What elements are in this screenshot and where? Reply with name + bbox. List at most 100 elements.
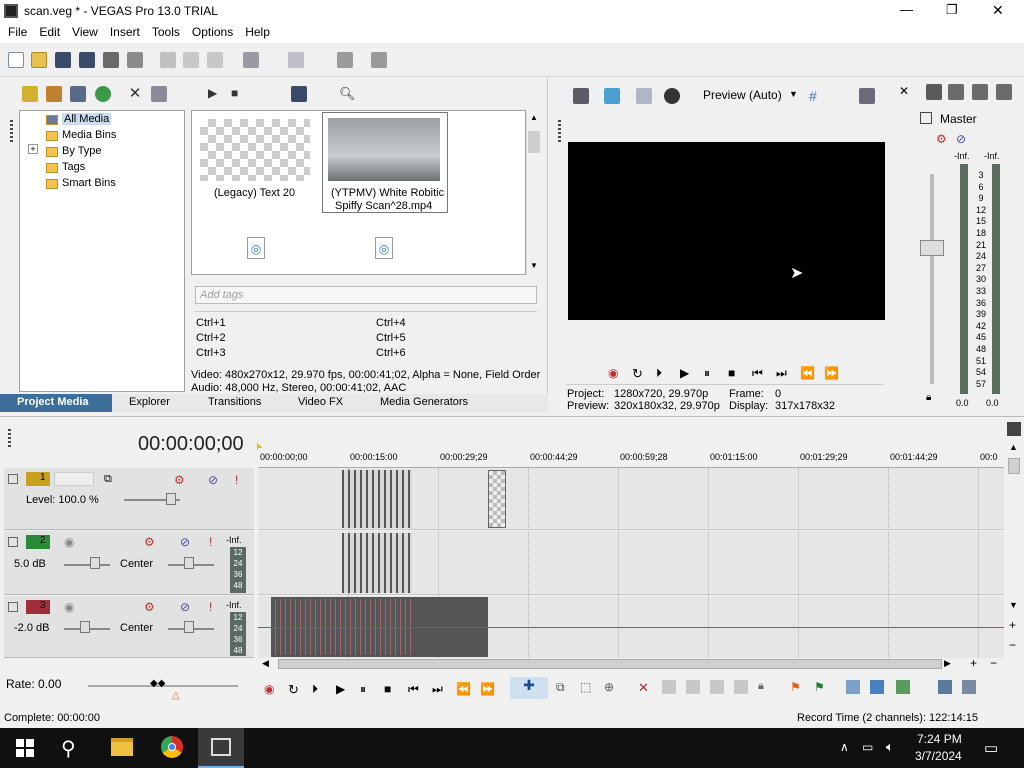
selection-edit-tool-icon[interactable]: ⬚ xyxy=(580,680,591,694)
tray-chevron-icon[interactable]: ∧ xyxy=(840,740,849,754)
go-to-start-icon[interactable]: ⏮ xyxy=(408,682,424,696)
menu-file[interactable]: File xyxy=(0,22,33,39)
track-collapse-icon[interactable] xyxy=(8,602,18,612)
notification-icon[interactable]: ▭ xyxy=(984,739,998,757)
split-screen-icon[interactable] xyxy=(636,88,652,104)
tree-item-all-media[interactable]: All Media xyxy=(62,113,112,125)
volume-slider-thumb[interactable] xyxy=(90,557,100,569)
close-master-icon[interactable]: ✕ xyxy=(899,84,909,98)
preview-mode-dropdown[interactable]: Preview (Auto) xyxy=(703,88,782,102)
stop-icon[interactable]: ■ xyxy=(728,366,744,380)
track-fx-icon[interactable]: ⚙ xyxy=(174,473,185,487)
tree-item-by-type[interactable]: By Type xyxy=(62,145,102,157)
windows-start-icon[interactable] xyxy=(16,739,34,757)
tab-explorer[interactable]: Explorer xyxy=(129,396,170,408)
network-icon[interactable]: ▭ xyxy=(862,740,873,754)
auto-ripple-icon[interactable] xyxy=(896,680,910,694)
whats-this-icon[interactable] xyxy=(371,52,387,68)
preview-quality-icon[interactable] xyxy=(664,88,680,104)
master-fader[interactable] xyxy=(920,240,944,256)
track-collapse-icon[interactable] xyxy=(8,537,18,547)
envelope-edit-tool-icon[interactable]: ⧉ xyxy=(556,680,565,695)
media-file-icon[interactable]: ◎ xyxy=(247,237,265,259)
stop-media-icon[interactable]: ■ xyxy=(231,86,247,102)
track-motion-icon[interactable]: ⧉ xyxy=(104,473,112,486)
lock-icon[interactable]: 🔒︎ xyxy=(926,392,931,403)
view-icon[interactable] xyxy=(291,86,307,102)
pan-slider-thumb[interactable] xyxy=(184,621,194,633)
get-media-icon[interactable] xyxy=(70,86,86,102)
shortcut-ctrl2[interactable]: Ctrl+2 xyxy=(196,332,226,344)
track-mute-icon[interactable]: ⊘ xyxy=(208,473,218,487)
tab-transitions[interactable]: Transitions xyxy=(208,396,261,408)
play-icon[interactable]: ▶ xyxy=(680,366,696,380)
next-frame-icon[interactable]: ⏩ xyxy=(824,366,840,380)
shortcut-ctrl4[interactable]: Ctrl+4 xyxy=(376,317,406,329)
timeline-scrollbar-h[interactable]: ◀ ▶ + − xyxy=(258,656,1022,671)
import-media-icon[interactable] xyxy=(22,86,38,102)
play-media-icon[interactable]: ▶ xyxy=(208,86,224,102)
close-button[interactable]: ✕ xyxy=(992,2,1004,19)
tree-item-tags[interactable]: Tags xyxy=(62,161,85,173)
dim-icon[interactable] xyxy=(972,84,988,100)
go-to-end-icon[interactable]: ⏭ xyxy=(432,682,448,696)
clock-date[interactable]: 3/7/2024 xyxy=(915,749,962,763)
level-slider-thumb[interactable] xyxy=(166,493,176,505)
snapping-icon[interactable] xyxy=(846,680,860,694)
delete-icon[interactable]: ✕ xyxy=(638,680,649,696)
ignore-grouping-icon[interactable] xyxy=(962,680,976,694)
pause-icon[interactable]: ⏸ xyxy=(360,682,376,696)
normal-edit-tool-icon[interactable]: ✚ xyxy=(510,677,548,699)
tab-media-generators[interactable]: Media Generators xyxy=(380,396,468,408)
pause-icon[interactable]: ⏸ xyxy=(704,366,720,380)
menu-view[interactable]: View xyxy=(66,22,104,39)
preview-properties-icon[interactable] xyxy=(573,88,589,104)
downmix-icon[interactable] xyxy=(948,84,964,100)
master-menu-icon[interactable] xyxy=(996,84,1012,100)
track-solo-icon[interactable]: ! xyxy=(209,600,212,614)
track-name-field[interactable] xyxy=(54,472,94,486)
lock-envelopes-icon[interactable] xyxy=(938,680,952,694)
audio-envelope-line[interactable] xyxy=(258,627,1004,628)
track-mute-icon[interactable]: ⊘ xyxy=(180,600,190,614)
fx-icon[interactable]: ⚙ xyxy=(936,132,947,146)
refresh-icon[interactable] xyxy=(95,86,111,102)
zoom-edit-tool-icon[interactable]: ⊕ xyxy=(604,680,614,694)
record-icon[interactable]: ◉ xyxy=(608,366,624,380)
mute-icon[interactable]: ⊘ xyxy=(956,132,966,146)
tab-project-media[interactable]: Project Media xyxy=(0,394,112,412)
pan-slider-thumb[interactable] xyxy=(184,557,194,569)
media-item-text[interactable]: (Legacy) Text 20 xyxy=(198,117,312,213)
copy-icon[interactable] xyxy=(183,52,199,68)
record-icon[interactable]: ◉ xyxy=(264,682,280,696)
region-icon[interactable]: ⚑ xyxy=(814,680,825,694)
cut-icon[interactable] xyxy=(160,52,176,68)
save-as-icon[interactable] xyxy=(79,52,95,68)
file-explorer-icon[interactable] xyxy=(111,738,133,756)
explorer-icon[interactable] xyxy=(337,52,353,68)
trim-start-icon[interactable] xyxy=(686,680,700,694)
go-to-start-icon[interactable]: ⏮ xyxy=(752,366,768,380)
menu-options[interactable]: Options xyxy=(186,22,239,39)
zoom-icon[interactable]: 🔍︎ xyxy=(339,86,356,102)
timeline-ruler[interactable]: 00:00:00;00 00:00:15:00 00:00:29;29 00:0… xyxy=(258,448,1004,468)
record-arm-icon[interactable]: ◉ xyxy=(64,535,74,549)
auto-crossfade-icon[interactable] xyxy=(870,680,884,694)
timecode-display[interactable]: 00:00:00;00 xyxy=(138,433,244,456)
minimize-button[interactable]: — xyxy=(900,2,913,17)
volume-slider[interactable] xyxy=(64,564,110,566)
volume-icon[interactable]: 🔈︎ xyxy=(886,739,894,755)
media-scrollbar[interactable]: ▲ ▼ xyxy=(526,111,541,275)
master-properties-icon[interactable] xyxy=(926,84,942,100)
tree-item-smart-bins[interactable]: Smart Bins xyxy=(62,177,116,189)
timeline-scrollbar-v[interactable]: ▲ ▼ + − xyxy=(1006,438,1022,658)
play-icon[interactable]: ▶ xyxy=(336,682,352,696)
marker-bar-icon[interactable] xyxy=(1007,422,1021,436)
open-icon[interactable] xyxy=(31,52,47,68)
marker-icon[interactable]: ⚑ xyxy=(790,680,801,694)
track-fx-icon[interactable]: ⚙ xyxy=(144,600,155,614)
prev-frame-icon[interactable]: ⏪ xyxy=(456,682,472,696)
render-icon[interactable] xyxy=(103,52,119,68)
audio-event-strips[interactable] xyxy=(342,533,412,593)
split-icon[interactable] xyxy=(734,680,748,694)
